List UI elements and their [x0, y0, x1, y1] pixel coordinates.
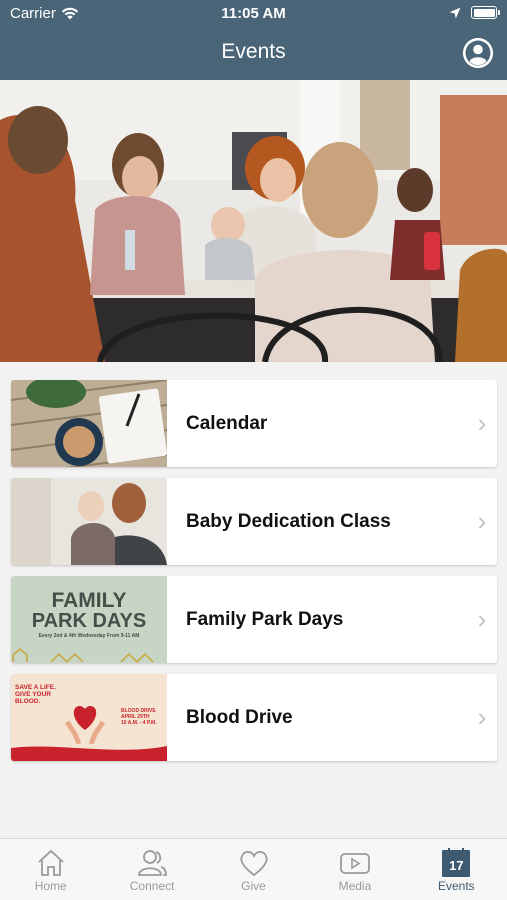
event-title: Family Park Days — [186, 608, 344, 630]
tab-label: Connect — [129, 879, 175, 893]
thumb-event-info: BLOOD DRIVE APRIL 29TH 10 A.M. - 4 P.M. — [121, 708, 165, 726]
tab-label: Give — [241, 879, 266, 893]
tab-media[interactable]: Media — [304, 839, 405, 900]
event-card-baby-dedication[interactable]: Baby Dedication Class › — [11, 478, 497, 565]
thumb-line2: PARK DAYS — [31, 610, 147, 632]
people-icon — [138, 850, 168, 876]
heart-hands-icon — [64, 706, 106, 744]
tab-label: Home — [34, 879, 67, 893]
user-avatar-icon — [463, 38, 493, 68]
calendar-thumbnail — [11, 380, 167, 467]
tab-give[interactable]: Give — [203, 839, 304, 900]
tab-home[interactable]: Home — [0, 839, 101, 900]
tab-events[interactable]: 17 Events — [406, 839, 507, 900]
tab-label: Events — [437, 879, 475, 893]
thumb-line1: FAMILY — [51, 589, 127, 612]
chevron-right-icon: › — [477, 604, 487, 634]
baby-dedication-thumbnail — [11, 478, 167, 565]
event-title: Calendar — [186, 412, 268, 434]
event-list: Calendar › Baby Dedication Class › FAMIL… — [11, 380, 497, 772]
calendar-day-badge: 17 — [449, 858, 464, 873]
hero-image — [0, 80, 507, 362]
play-icon — [340, 853, 370, 874]
heart-icon — [239, 850, 268, 877]
hero-illustration — [0, 80, 507, 362]
home-icon — [38, 849, 64, 876]
battery-icon — [471, 6, 500, 19]
thumb-hours: 10 A.M. - 4 P.M. — [121, 720, 157, 726]
status-time: 11:05 AM — [221, 5, 286, 22]
status-right — [449, 6, 500, 19]
wave-decoration — [11, 746, 167, 761]
navigation-bar: Carrier 11:05 AM Events — [0, 0, 507, 80]
page-title: Events — [221, 40, 286, 63]
event-card-blood-drive[interactable]: SAVE A LIFE. GIVE YOUR BLOOD. BLOOD DRIV… — [11, 674, 497, 761]
blood-drive-thumbnail: SAVE A LIFE. GIVE YOUR BLOOD. BLOOD DRIV… — [11, 674, 167, 761]
tab-label: Media — [338, 879, 372, 893]
event-card-calendar[interactable]: Calendar › — [11, 380, 497, 467]
thumb-headline: SAVE A LIFE. GIVE YOUR BLOOD. — [15, 684, 56, 705]
tab-bar: Home Connect Give Media 17 Events — [0, 838, 507, 900]
status-bar: Carrier 11:05 AM — [0, 0, 507, 28]
location-arrow-icon — [449, 7, 461, 18]
event-card-family-park-days[interactable]: FAMILY PARK DAYS Every 2nd & 4th Wednesd… — [11, 576, 497, 663]
tab-connect[interactable]: Connect — [101, 839, 202, 900]
profile-button[interactable] — [463, 38, 493, 68]
chevron-right-icon: › — [477, 408, 487, 438]
thumb-line3: Every 2nd & 4th Wednesday From 9-11 AM — [38, 633, 140, 639]
family-park-days-thumbnail: FAMILY PARK DAYS Every 2nd & 4th Wednesd… — [11, 576, 167, 663]
chevron-right-icon: › — [477, 702, 487, 732]
chevron-right-icon: › — [477, 506, 487, 536]
park-pattern-icon — [12, 648, 154, 663]
event-title: Baby Dedication Class — [186, 510, 391, 532]
event-title: Blood Drive — [186, 706, 293, 728]
